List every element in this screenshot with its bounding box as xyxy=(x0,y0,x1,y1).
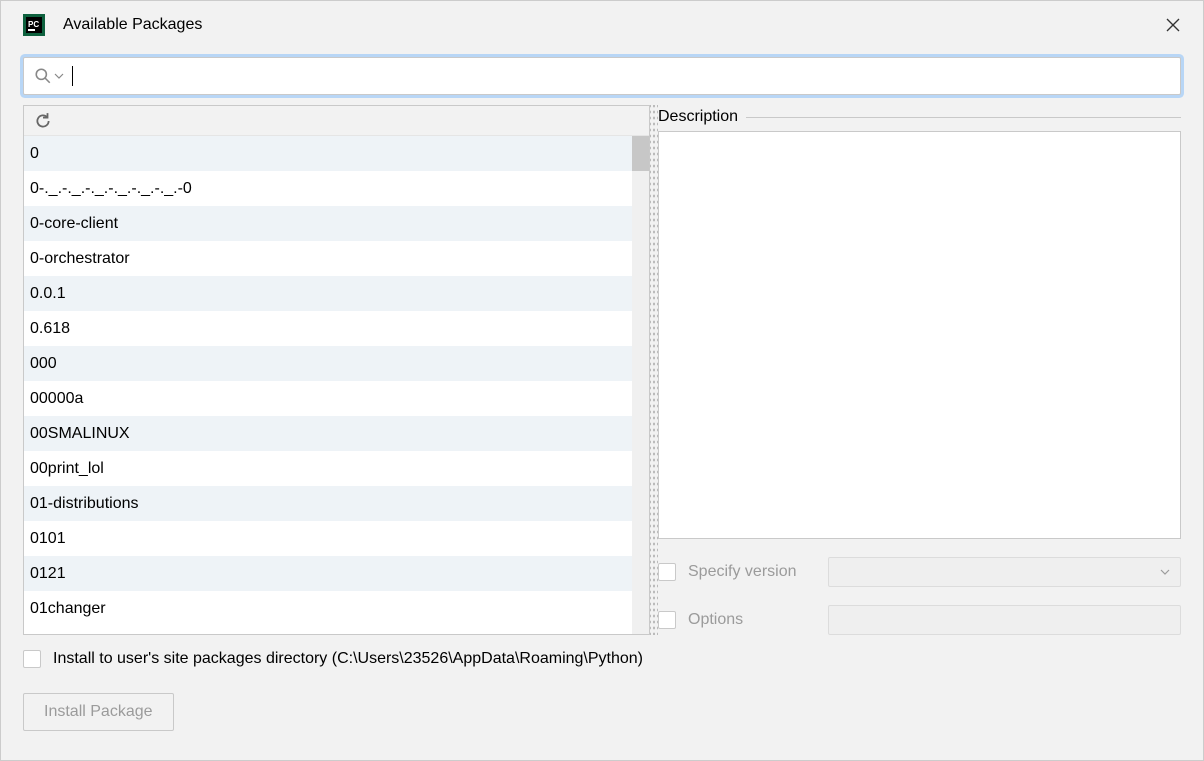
svg-text:PC: PC xyxy=(28,20,39,29)
package-item[interactable]: 000 xyxy=(24,346,632,381)
options-label: Options xyxy=(688,611,828,629)
scrollbar-thumb[interactable] xyxy=(632,136,649,171)
package-item[interactable]: 0-core-client xyxy=(24,206,632,241)
package-item[interactable]: 0 xyxy=(24,136,632,171)
package-item[interactable]: 01changer xyxy=(24,591,632,626)
packages-panel: 00-._.-._.-._.-._.-._.-._.-00-core-clien… xyxy=(23,105,650,635)
package-item[interactable]: 01-distributions xyxy=(24,486,632,521)
package-item[interactable]: 00000a xyxy=(24,381,632,416)
scrollbar-track[interactable] xyxy=(632,136,649,634)
chevron-down-icon xyxy=(1160,567,1170,577)
main-area: 00-._.-._.-._.-._.-._.-._.-00-core-clien… xyxy=(23,105,1181,635)
package-item[interactable]: 0.618 xyxy=(24,311,632,346)
version-combo[interactable] xyxy=(828,557,1181,587)
reload-icon[interactable] xyxy=(34,112,52,130)
install-package-button[interactable]: Install Package xyxy=(23,693,174,731)
package-item[interactable]: 0.0.1 xyxy=(24,276,632,311)
install-user-site-row: Install to user's site packages director… xyxy=(23,645,1181,673)
window-title: Available Packages xyxy=(63,16,202,34)
search-input[interactable] xyxy=(73,68,1170,85)
titlebar: PC Available Packages xyxy=(1,1,1203,49)
package-item[interactable]: 00SMALINUX xyxy=(24,416,632,451)
search-container xyxy=(23,57,1181,95)
package-item[interactable]: 0121 xyxy=(24,556,632,591)
available-packages-dialog: PC Available Packages 00-._.-._.-._.-._.… xyxy=(0,0,1204,761)
reload-toolbar xyxy=(24,106,649,136)
description-header: Description xyxy=(658,105,1181,129)
description-divider xyxy=(746,117,1181,118)
description-label: Description xyxy=(658,108,746,126)
package-item[interactable]: 00print_lol xyxy=(24,451,632,486)
package-item[interactable]: 0-orchestrator xyxy=(24,241,632,276)
search-box[interactable] xyxy=(23,57,1181,95)
splitter-handle[interactable] xyxy=(650,105,658,635)
search-icon xyxy=(34,67,52,85)
options-checkbox[interactable] xyxy=(658,611,676,629)
install-user-site-label: Install to user's site packages director… xyxy=(53,650,643,668)
install-button-row: Install Package xyxy=(23,693,1181,731)
package-list[interactable]: 00-._.-._.-._.-._.-._.-._.-00-core-clien… xyxy=(24,136,649,634)
specify-version-label: Specify version xyxy=(688,563,828,581)
options-row: Options xyxy=(658,605,1181,635)
search-history-chevron-icon[interactable] xyxy=(54,71,64,81)
options-input[interactable] xyxy=(828,605,1181,635)
specify-version-row: Specify version xyxy=(658,557,1181,587)
details-panel: Description Specify version Options xyxy=(658,105,1181,635)
pycharm-icon: PC xyxy=(23,14,45,36)
package-item[interactable]: 0-._.-._.-._.-._.-._.-._.-0 xyxy=(24,171,632,206)
install-user-site-checkbox[interactable] xyxy=(23,650,41,668)
description-body xyxy=(658,131,1181,539)
close-icon xyxy=(1166,18,1180,32)
close-button[interactable] xyxy=(1157,9,1189,41)
package-item[interactable]: 0101 xyxy=(24,521,632,556)
specify-version-checkbox[interactable] xyxy=(658,563,676,581)
